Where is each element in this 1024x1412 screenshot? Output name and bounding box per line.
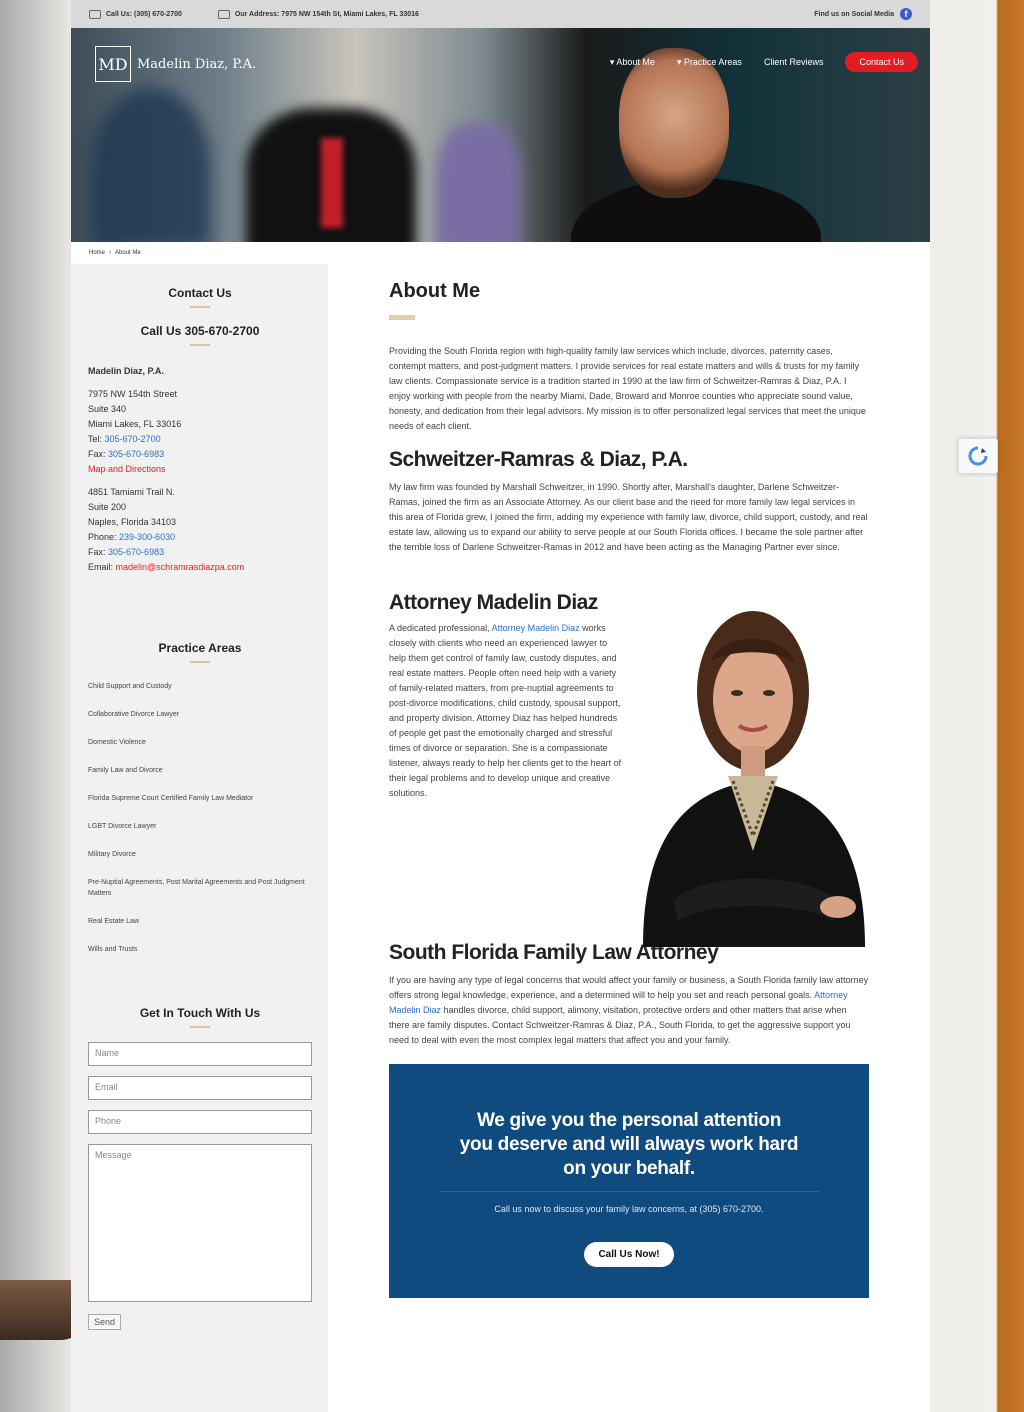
- office-suite: Suite 340: [88, 404, 127, 414]
- practice-area-link[interactable]: LGBT Divorce Lawyer: [88, 821, 312, 832]
- attorney-link[interactable]: Attorney Madelin Diaz: [492, 623, 580, 633]
- about-title: About Me: [389, 280, 481, 302]
- office-street: 7975 NW 154th Street: [88, 389, 178, 399]
- nav-label: About Me: [616, 56, 655, 67]
- recaptcha-icon: [968, 446, 988, 466]
- nav-item-practice-areas[interactable]: ▾ Practice Areas: [677, 57, 742, 68]
- topbar-address-text: Our Address: 7975 NW 154th St, Miami Lak…: [234, 10, 419, 18]
- firm-name: Madelin Diaz, P.A.: [88, 366, 164, 376]
- hero-person: [436, 123, 521, 242]
- cta-banner: We give you the personal attention you d…: [389, 1064, 869, 1298]
- practice-area-link[interactable]: Family Law and Divorce: [88, 765, 312, 776]
- topbar-phone-text: Call Us: (305) 670-2700: [106, 10, 182, 18]
- nav-label: Practice Areas: [683, 56, 742, 67]
- fax-link[interactable]: 305-670-6983: [108, 547, 164, 557]
- nav-item-client-reviews[interactable]: Client Reviews: [764, 57, 824, 67]
- practice-area-link[interactable]: Pre-Nuptial Agreements, Post Marital Agr…: [88, 877, 312, 899]
- fax-label: Fax:: [88, 547, 106, 557]
- message-field[interactable]: Message: [88, 1144, 312, 1302]
- title-rule: [389, 315, 415, 320]
- phone-field[interactable]: Phone: [88, 1110, 312, 1134]
- office-suite: Suite 200: [88, 502, 127, 512]
- sidebar-call-heading: Call Us 305-670-2700: [140, 324, 260, 338]
- main-nav: ▾ About Me ▾ Practice Areas Client Revie…: [610, 52, 918, 72]
- attorney-portrait: [643, 611, 865, 947]
- firm-text: My law firm was founded by Marshall Schw…: [389, 482, 868, 552]
- about-text: Providing the South Florida region with …: [389, 346, 866, 431]
- sf-text-part: handles divorce, child support, alimony,…: [389, 1005, 851, 1045]
- email-link[interactable]: madelin@schramrasdiazpa.com: [116, 562, 245, 572]
- office-street: 4851 Tamiami Trail N.: [88, 487, 175, 497]
- practice-area-link[interactable]: Child Support and Custody: [88, 681, 312, 692]
- practice-area-link[interactable]: Military Divorce: [88, 849, 312, 860]
- cta-divider: [439, 1191, 819, 1192]
- cta-heading-line: We give you the personal attention: [476, 1110, 782, 1131]
- breadcrumb-home[interactable]: Home: [89, 250, 105, 256]
- map-icon: [217, 9, 230, 19]
- attorney-text-part: works closely with clients who need an e…: [389, 623, 622, 798]
- email-field[interactable]: Email: [88, 1076, 312, 1100]
- name-field[interactable]: Name: [88, 1042, 312, 1066]
- call-us-now-button[interactable]: Call Us Now!: [584, 1242, 674, 1267]
- site-logo[interactable]: MD Madelin Diaz, P.A.: [95, 46, 256, 82]
- cta-heading-line: on your behalf.: [563, 1158, 695, 1179]
- topbar-phone[interactable]: Call Us: (305) 670-2700: [89, 9, 182, 19]
- facebook-icon[interactable]: f: [900, 8, 912, 20]
- practice-area-link[interactable]: Domestic Violence: [88, 737, 312, 748]
- cta-text: Call us now to discuss your family law c…: [494, 1204, 764, 1214]
- top-bar: Call Us: (305) 670-2700 Our Address: 797…: [71, 0, 930, 28]
- hero-tie: [321, 138, 343, 228]
- sidebar-contact-heading: Contact Us: [168, 286, 232, 300]
- sidebar: Contact Us Call Us 305-670-2700 Madelin …: [71, 264, 328, 1412]
- email-label: Email:: [88, 562, 114, 572]
- logo-mark: MD: [95, 46, 131, 82]
- hero-banner: MD Madelin Diaz, P.A. ▾ About Me ▾ Pract…: [71, 28, 930, 242]
- attorney-section: Attorney Madelin Diaz A dedicated profes…: [389, 591, 869, 947]
- phone-icon: [89, 9, 101, 19]
- topbar-address: Our Address: 7975 NW 154th St, Miami Lak…: [217, 9, 419, 19]
- nav-item-about[interactable]: ▾ About Me: [610, 57, 655, 68]
- sidebar-practice-heading: Practice Areas: [158, 641, 242, 655]
- practice-area-link[interactable]: Florida Supreme Court Certified Family L…: [88, 793, 312, 804]
- attorney-text-column: Attorney Madelin Diaz A dedicated profes…: [389, 591, 625, 801]
- breadcrumb: Home › About Me: [71, 242, 930, 264]
- practice-area-link[interactable]: Wills and Trusts: [88, 944, 312, 955]
- sf-text-part: If you are having any type of legal conc…: [389, 975, 869, 1000]
- logo-name: Madelin Diaz, P.A.: [137, 56, 257, 72]
- phone-link[interactable]: 239-300-6030: [119, 532, 175, 542]
- map-directions-link[interactable]: Map and Directions: [88, 462, 312, 477]
- phone-label: Phone:: [88, 532, 117, 542]
- sf-text: If you are having any type of legal conc…: [389, 973, 869, 1048]
- recaptcha-badge[interactable]: [958, 438, 998, 474]
- fax-label: Fax:: [88, 449, 106, 459]
- cta-heading-line: you deserve and will always work hard: [459, 1134, 799, 1155]
- office-city: Miami Lakes, FL 33016: [88, 419, 182, 429]
- firm-title: Schweitzer-Ramras & Diaz, P.A.: [389, 448, 688, 471]
- attorney-text: A dedicated professional, Attorney Madel…: [389, 621, 625, 801]
- main-content: About Me Providing the South Florida reg…: [389, 280, 869, 1298]
- hero-person: [91, 88, 211, 242]
- cta-heading: We give you the personal attention you d…: [389, 1109, 869, 1181]
- social-label: Find us on Social Media: [814, 10, 894, 18]
- sidebar-form-heading: Get In Touch With Us: [139, 1006, 261, 1020]
- breadcrumb-current: About Me: [115, 250, 141, 256]
- practice-area-link[interactable]: Real Estate Law: [88, 916, 312, 927]
- tel-link[interactable]: 305-670-2700: [105, 434, 161, 444]
- breadcrumb-separator: ›: [109, 250, 112, 256]
- page-container: Call Us: (305) 670-2700 Our Address: 797…: [71, 0, 930, 1412]
- office-miami: Madelin Diaz, P.A. 7975 NW 154th Street …: [88, 364, 312, 575]
- topbar-social: Find us on Social Media f: [814, 8, 912, 20]
- attorney-title: Attorney Madelin Diaz: [389, 591, 598, 614]
- fax-link[interactable]: 305-670-6983: [108, 449, 164, 459]
- send-button[interactable]: Send: [88, 1314, 122, 1330]
- office-city: Naples, Florida 34103: [88, 517, 177, 527]
- contact-us-button[interactable]: Contact Us: [845, 52, 918, 72]
- attorney-text-part: A dedicated professional,: [389, 623, 492, 633]
- practice-area-link[interactable]: Collaborative Divorce Lawyer: [88, 709, 312, 720]
- practice-areas-list: Child Support and Custody Collaborative …: [88, 681, 312, 955]
- tel-label: Tel:: [88, 434, 103, 444]
